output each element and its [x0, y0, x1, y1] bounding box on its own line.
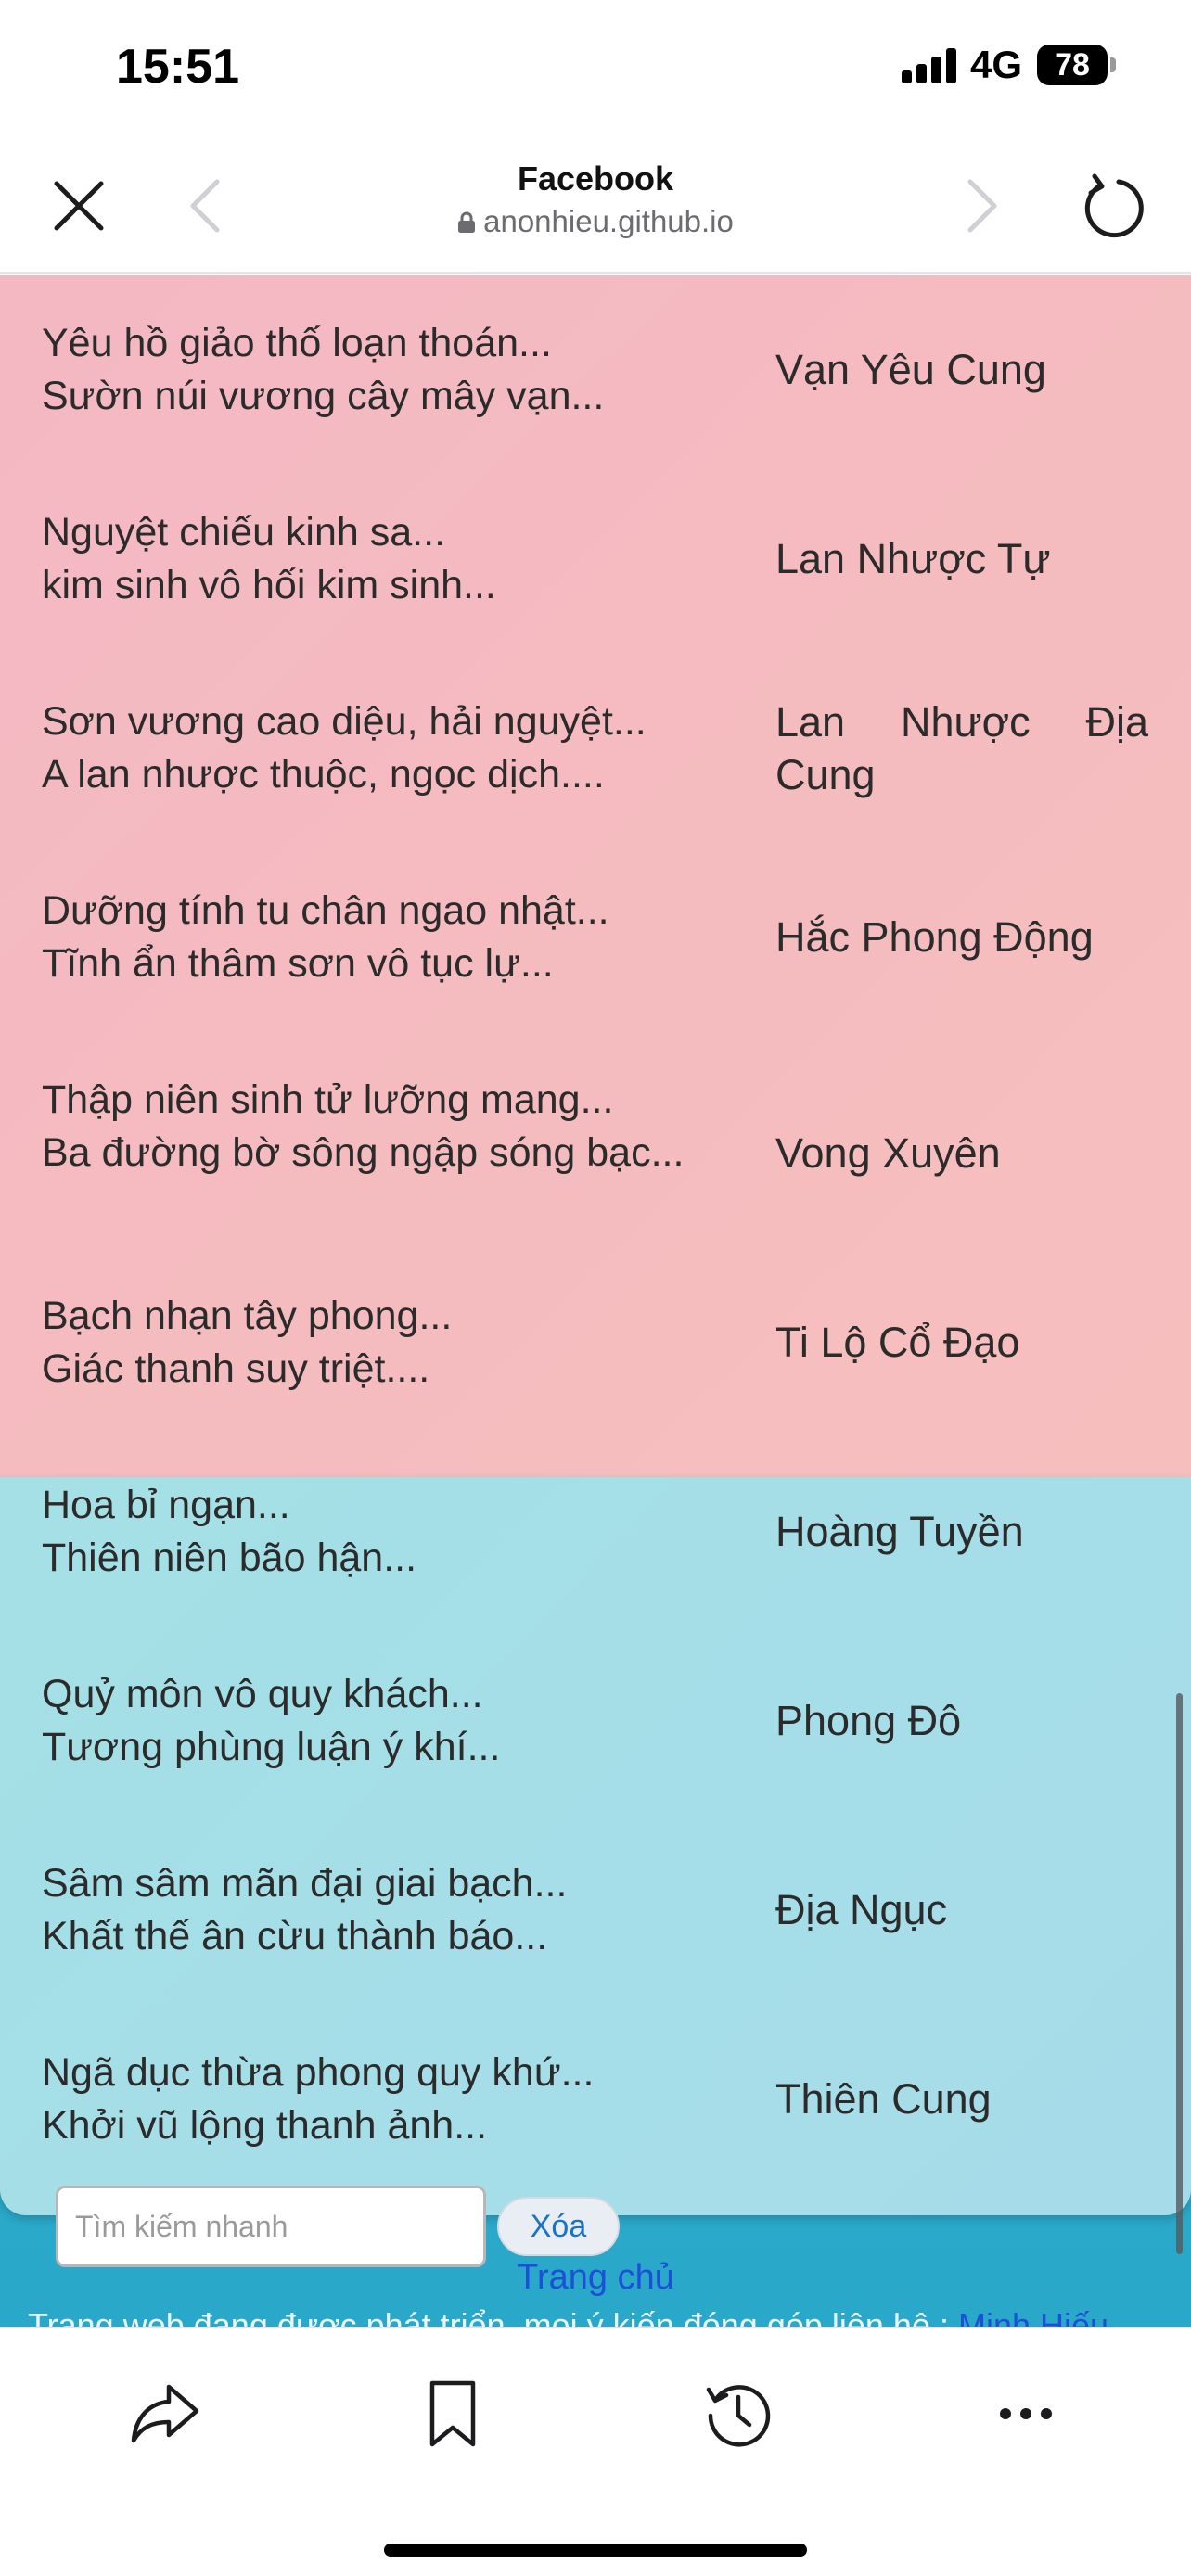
- verse-text: Bạch nhạn tây phong... Giác thanh suy tri…: [42, 1294, 453, 1391]
- verse-text: Ngã dục thừa phong quy khứ... Khởi vũ lộn…: [42, 2050, 595, 2148]
- bookmark-icon: [429, 2380, 476, 2447]
- clear-button[interactable]: Xóa: [497, 2197, 620, 2256]
- share-icon: [131, 2384, 199, 2443]
- contact-link[interactable]: Minh Hiếu: [958, 2306, 1108, 2327]
- place-name: Địa Ngục: [775, 1886, 948, 1933]
- chevron-left-icon: [190, 179, 220, 233]
- status-time: 15:51: [116, 40, 239, 94]
- url-text: anonhieu.github.io: [483, 204, 734, 238]
- page-content: Yêu hồ giảo thố loạn thoán... Sườn núi vư…: [0, 275, 1191, 2327]
- page-title: Facebook: [517, 159, 674, 198]
- reload-button[interactable]: [1071, 167, 1155, 245]
- verse-text: Sâm sâm mãn đại giai bạch... Khất thế ân …: [42, 1861, 568, 1958]
- place-name: Vạn Yêu Cung: [775, 346, 1046, 393]
- forward-button[interactable]: [951, 169, 1016, 243]
- back-button[interactable]: [172, 169, 237, 243]
- bottom-toolbar: [0, 2327, 1191, 2576]
- more-button[interactable]: [980, 2367, 1072, 2460]
- close-button[interactable]: [37, 169, 121, 243]
- signal-icon: [902, 48, 957, 83]
- home-link: Trang chủ: [0, 2258, 1191, 2298]
- place-name: Ti Lộ Cổ Đạo: [775, 1319, 1020, 1366]
- verse-text: Dưỡng tính tu chân ngao nhật... Tĩnh ẩn t…: [42, 888, 609, 986]
- home-indicator[interactable]: [384, 2544, 807, 2557]
- history-button[interactable]: [692, 2367, 785, 2460]
- search-input[interactable]: [56, 2186, 486, 2267]
- place-name: Vong Xuyên: [775, 1129, 1001, 1177]
- battery-icon: 78: [1037, 45, 1108, 85]
- battery-cap: [1110, 57, 1116, 72]
- place-name: Hoàng Tuyền: [775, 1508, 1024, 1555]
- verse-text: Sơn vương cao diệu, hải nguyệt... A lan n…: [42, 699, 647, 797]
- section-blue: Hoa bỉ ngạn... Thiên niên bão hận... Hoàn…: [0, 1477, 1191, 2215]
- place-name: Lan Nhược Địa Cung: [775, 698, 1148, 798]
- reload-icon: [1084, 173, 1144, 238]
- browser-header: Facebook anonhieu.github.io: [0, 139, 1191, 274]
- status-bar: 15:51 4G 78: [0, 0, 1191, 139]
- verse-text: Quỷ môn vô quy khách... Tương phùng luận …: [42, 1672, 501, 1769]
- chevron-right-icon: [967, 179, 997, 233]
- footer-text: Trang web đang được phát triển, mọi ý ki…: [28, 2306, 1191, 2327]
- verse-text: Hoa bỉ ngạn... Thiên niên bão hận...: [42, 1483, 417, 1580]
- verse-text: Nguyệt chiếu kinh sa... kim sinh vô hối k…: [42, 510, 496, 607]
- verse-text: Yêu hồ giảo thố loạn thoán... Sườn núi vư…: [42, 321, 605, 418]
- verse-text: Thập niên sinh tử lưỡng mang... Ba đường …: [42, 1078, 685, 1175]
- section-pink: Yêu hồ giảo thố loạn thoán... Sườn núi vư…: [0, 275, 1191, 1477]
- page-url: anonhieu.github.io: [315, 204, 876, 239]
- more-icon: [1000, 2408, 1052, 2419]
- history-icon: [706, 2385, 771, 2447]
- home-link-text[interactable]: Trang chủ: [517, 2258, 674, 2297]
- share-button[interactable]: [119, 2367, 211, 2460]
- close-icon: [54, 181, 104, 231]
- place-name: Hắc Phong Động: [775, 913, 1094, 961]
- lock-icon: [458, 211, 476, 233]
- scrollbar[interactable]: [1176, 1693, 1183, 2254]
- bookmark-button[interactable]: [406, 2367, 499, 2460]
- network-label: 4G: [970, 43, 1023, 86]
- place-name: Lan Nhược Tự: [775, 535, 1051, 582]
- place-name: Thiên Cung: [775, 2075, 992, 2123]
- place-name: Phong Đô: [775, 1697, 962, 1744]
